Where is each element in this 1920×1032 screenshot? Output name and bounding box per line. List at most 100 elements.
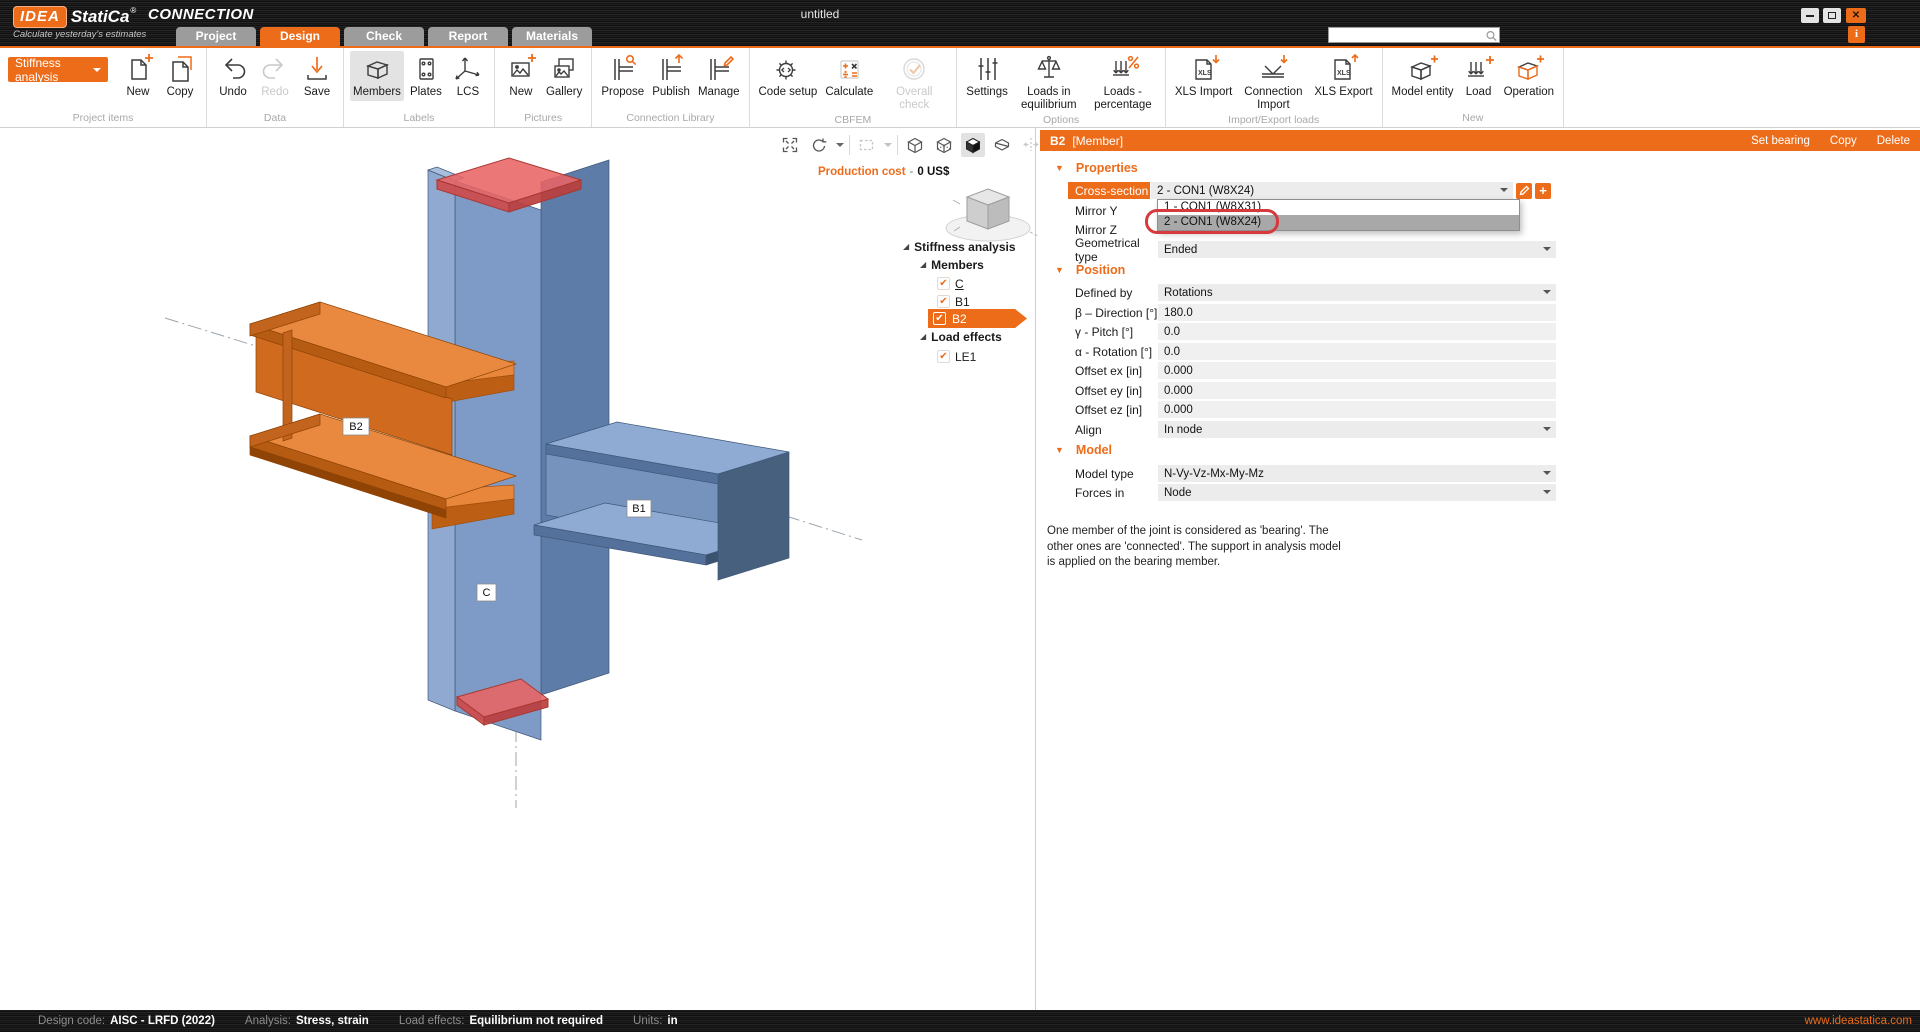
xls-import-button[interactable]: XLS XLS Import — [1172, 51, 1236, 101]
sliders-icon — [971, 53, 1003, 85]
set-bearing-button[interactable]: Set bearing — [1751, 135, 1810, 147]
search-box — [1328, 27, 1500, 43]
tab-project[interactable]: Project — [176, 27, 256, 46]
section-model[interactable]: ▼ Model — [1055, 443, 1112, 457]
tree-item-b1[interactable]: ✔ B1 — [937, 293, 970, 310]
view-clip-button[interactable] — [990, 133, 1014, 157]
tree-item-b2-selected[interactable]: ✔ B2 — [903, 311, 1036, 328]
select-box-button — [855, 133, 879, 157]
expander-icon[interactable]: ◢ — [920, 261, 926, 269]
align-dropdown[interactable]: In node — [1158, 421, 1556, 438]
beta-direction-input[interactable]: 180.0 — [1158, 304, 1556, 321]
plates-labels-button[interactable]: Plates — [406, 51, 446, 101]
close-button[interactable]: ✕ — [1846, 8, 1866, 23]
dropdown-option-2[interactable]: 2 - CON1 (W8X24) — [1158, 215, 1519, 230]
offset-ey-input[interactable]: 0.000 — [1158, 382, 1556, 399]
section-collapse-icon[interactable]: ▼ — [1055, 265, 1064, 275]
analysis-type-selector[interactable]: Stiffness analysis — [8, 57, 108, 82]
tab-design[interactable]: Design — [260, 27, 340, 46]
lcs-labels-button[interactable]: LCS — [448, 51, 488, 101]
tab-materials[interactable]: Materials — [512, 27, 592, 46]
website-link[interactable]: www.ideastatica.com — [1805, 1015, 1912, 1027]
tab-report[interactable]: Report — [428, 27, 508, 46]
properties-panel: B2 [Member] Set bearing Copy Delete ▼ Pr… — [1040, 128, 1920, 1010]
tree-group-load-effects[interactable]: ◢ Load effects — [920, 328, 1002, 345]
checkbox-checked-icon[interactable]: ✔ — [937, 295, 950, 308]
member-label-c[interactable]: C — [477, 584, 496, 601]
selected-item-highlight[interactable]: ✔ B2 — [928, 309, 1027, 328]
edit-cross-section-button[interactable] — [1516, 183, 1532, 199]
load-effects-value[interactable]: Equilibrium not required — [469, 1015, 603, 1027]
property-row-forces-in: Forces in Node — [1040, 484, 1920, 501]
save-button[interactable]: Save — [297, 51, 337, 101]
forces-in-dropdown[interactable]: Node — [1158, 484, 1556, 501]
new-operation-button[interactable]: Operation — [1501, 51, 1558, 101]
loads-percentage-button[interactable]: Loads - percentage — [1087, 51, 1159, 114]
model-entity-button[interactable]: Model entity — [1389, 51, 1457, 101]
tree-group-members[interactable]: ◢ Members — [920, 256, 984, 273]
view-solid-button[interactable] — [961, 133, 985, 157]
rotate-view-button[interactable] — [807, 133, 831, 157]
connection-import-button[interactable]: Connection Import — [1237, 51, 1309, 114]
analysis-value[interactable]: Stress, strain — [296, 1015, 369, 1027]
xls-export-button[interactable]: XLS XLS Export — [1311, 51, 1375, 101]
checkbox-checked-icon[interactable]: ✔ — [937, 350, 950, 363]
info-button[interactable]: i — [1848, 26, 1865, 43]
propose-search-icon — [607, 53, 639, 85]
chevron-down-icon[interactable] — [836, 143, 844, 151]
new-project-item-button[interactable]: New — [118, 51, 158, 101]
offset-ez-input[interactable]: 0.000 — [1158, 401, 1556, 418]
checkbox-checked-icon[interactable]: ✔ — [933, 312, 946, 325]
geometrical-type-dropdown[interactable]: Ended — [1158, 241, 1556, 258]
property-row-defined-by: Defined by Rotations — [1040, 284, 1920, 301]
section-collapse-icon[interactable]: ▼ — [1055, 445, 1064, 455]
search-input[interactable] — [1329, 29, 1485, 41]
manage-button[interactable]: Manage — [695, 51, 743, 101]
gamma-pitch-input[interactable]: 0.0 — [1158, 323, 1556, 340]
new-picture-button[interactable]: New — [501, 51, 541, 101]
maximize-button[interactable] — [1823, 8, 1841, 23]
units-value[interactable]: in — [667, 1015, 677, 1027]
checkbox-checked-icon[interactable]: ✔ — [937, 277, 950, 290]
property-row-offset-ex: Offset ex [in] 0.000 — [1040, 362, 1920, 379]
offset-ex-input[interactable]: 0.000 — [1158, 362, 1556, 379]
add-cross-section-button[interactable]: + — [1535, 183, 1551, 199]
defined-by-dropdown[interactable]: Rotations — [1158, 284, 1556, 301]
dropdown-option-1[interactable]: 1 - CON1 (W8X31) — [1158, 200, 1519, 215]
cross-section-dropdown[interactable]: 2 - CON1 (W8X24) — [1151, 182, 1513, 199]
tree-item-le1[interactable]: ✔ LE1 — [937, 348, 976, 365]
section-collapse-icon[interactable]: ▼ — [1055, 163, 1064, 173]
design-code-value[interactable]: AISC - LRFD (2022) — [110, 1015, 215, 1027]
section-position[interactable]: ▼ Position — [1055, 263, 1125, 277]
copy-project-item-button[interactable]: Copy — [160, 51, 200, 101]
minimize-button[interactable] — [1801, 8, 1819, 23]
new-load-button[interactable]: Load — [1459, 51, 1499, 101]
settings-button[interactable]: Settings — [963, 51, 1011, 101]
section-properties[interactable]: ▼ Properties — [1055, 161, 1138, 175]
3d-viewport[interactable]: B2 B1 C — [0, 128, 1036, 1010]
view-hidden-edges-button[interactable] — [932, 133, 956, 157]
loads-in-equilibrium-button[interactable]: Loads in equilibrium — [1013, 51, 1085, 114]
expander-icon[interactable]: ◢ — [903, 243, 909, 251]
model-type-dropdown[interactable]: N-Vy-Vz-Mx-My-Mz — [1158, 465, 1556, 482]
gallery-button[interactable]: Gallery — [543, 51, 585, 101]
member-label-b1[interactable]: B1 — [627, 500, 651, 517]
member-label-b2[interactable]: B2 — [343, 418, 369, 435]
fit-view-button[interactable] — [778, 133, 802, 157]
members-labels-button[interactable]: Members — [350, 51, 404, 101]
tree-root[interactable]: ◢ Stiffness analysis — [903, 238, 1016, 255]
propose-button[interactable]: Propose — [598, 51, 647, 101]
tab-check[interactable]: Check — [344, 27, 424, 46]
publish-button[interactable]: Publish — [649, 51, 693, 101]
delete-member-button[interactable]: Delete — [1877, 135, 1910, 147]
copy-member-button[interactable]: Copy — [1830, 135, 1857, 147]
undo-button[interactable]: Undo — [213, 51, 253, 101]
pencil-icon — [1519, 185, 1530, 196]
code-setup-button[interactable]: Code setup — [756, 51, 821, 101]
main-area: B2 B1 C — [0, 128, 1920, 1010]
expander-icon[interactable]: ◢ — [920, 333, 926, 341]
tree-item-c[interactable]: ✔ C — [937, 275, 964, 292]
calculate-button[interactable]: Calculate — [822, 51, 876, 101]
view-axonometry-button[interactable] — [903, 133, 927, 157]
alpha-rotation-input[interactable]: 0.0 — [1158, 343, 1556, 360]
